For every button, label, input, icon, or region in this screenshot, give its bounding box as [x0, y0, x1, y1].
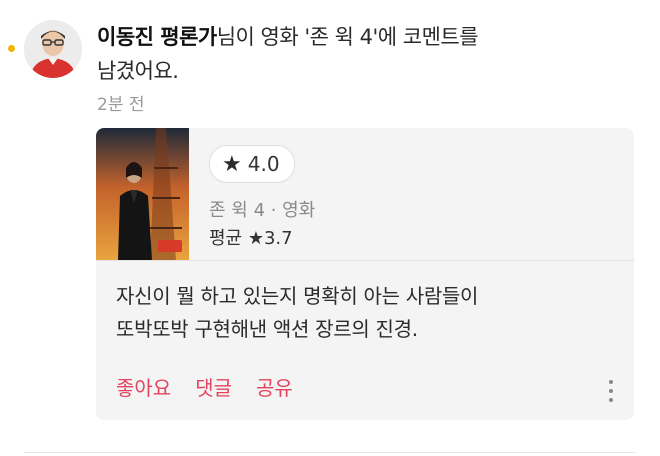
headline-text-line1: 님이 영화 '존 윅 4'에 코멘트를	[216, 25, 479, 49]
my-rating-value: 4.0	[247, 152, 280, 176]
card-divider	[96, 260, 634, 261]
comment-line-1: 자신이 뭘 하고 있는지 명확히 아는 사람들이	[116, 284, 479, 308]
activity-headline: 이동진 평론가님이 영화 '존 윅 4'에 코멘트를 남겼어요.	[97, 20, 617, 88]
my-rating-badge[interactable]: ★ 4.0	[209, 145, 295, 183]
comment-text[interactable]: 자신이 뭘 하고 있는지 명확히 아는 사람들이 또박또박 구현해낸 액션 장르…	[116, 280, 606, 346]
comment-line-2: 또박또박 구현해낸 액션 장르의 진경.	[116, 317, 418, 341]
more-options-icon[interactable]	[606, 378, 616, 404]
feed-separator	[24, 452, 636, 453]
share-button[interactable]: 공유	[256, 372, 293, 401]
avatar[interactable]	[24, 20, 82, 78]
avatar-image	[24, 20, 82, 78]
timestamp: 2분 전	[97, 95, 145, 115]
author-name[interactable]: 이동진 평론가	[97, 25, 217, 49]
unread-indicator	[8, 45, 15, 52]
movie-comment-card[interactable]: ★ 4.0 존 윅 4 · 영화 평균 ★3.7 자신이 뭘 하고 있는지 명확…	[96, 128, 634, 420]
comment-actions: 좋아요 댓글 공유	[116, 372, 293, 401]
reply-button[interactable]: 댓글	[195, 372, 232, 401]
movie-poster[interactable]	[96, 128, 189, 260]
average-rating: 평균 ★3.7	[209, 228, 293, 249]
like-button[interactable]: 좋아요	[116, 372, 171, 401]
star-icon: ★	[222, 151, 242, 177]
movie-meta[interactable]: 존 윅 4 · 영화	[209, 196, 315, 222]
headline-text-line2: 남겼어요.	[97, 59, 179, 83]
